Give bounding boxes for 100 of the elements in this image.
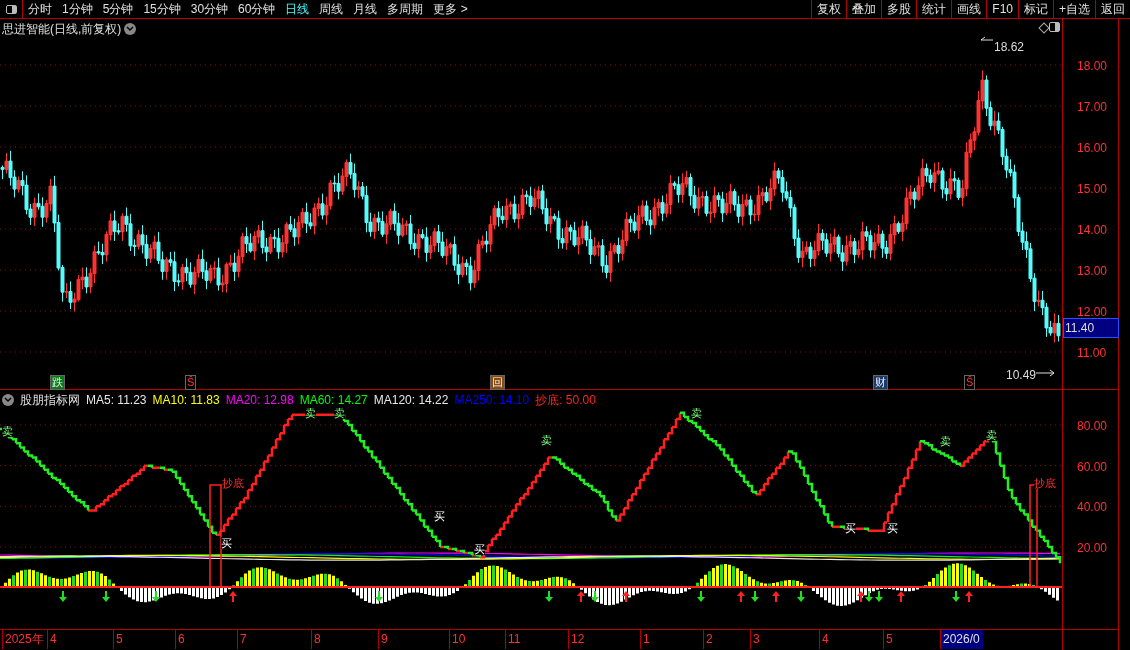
price-axis-label: 12.00 [1077, 304, 1108, 321]
toolbar-button[interactable]: 标记 [1018, 0, 1053, 18]
down-arrow-icon [591, 591, 599, 602]
panel-toggle-icon[interactable] [1049, 22, 1060, 32]
up-arrow-icon [897, 591, 905, 602]
legend-value: MA10: 11.83 [152, 392, 220, 409]
up-arrow-icon [857, 591, 865, 602]
indicator-axis-label: 60.00 [1077, 458, 1108, 476]
event-marker[interactable]: 财 [873, 375, 888, 390]
legend-value: MA60: 14.27 [299, 392, 368, 408]
signal-label: 卖 [334, 407, 345, 419]
signal-label: 抄底 [1034, 477, 1056, 489]
period-tab[interactable]: 5分钟 [102, 0, 134, 18]
signal-label: 买 [845, 522, 856, 534]
indicator-axis-label: 40.00 [1077, 499, 1108, 517]
panel-toggle-icon [5, 4, 17, 14]
time-axis-label: 4 [819, 630, 832, 649]
indicator-axis-label: 20.00 [1077, 539, 1108, 557]
toolbar-button[interactable]: +自选 [1053, 0, 1095, 18]
up-arrow-icon [737, 591, 745, 602]
down-arrow-icon [375, 591, 383, 602]
price-axis-label: 11.00 [1077, 345, 1107, 362]
time-axis-label: 7 [237, 630, 250, 649]
period-tab[interactable]: 60分钟 [238, 0, 276, 18]
legend-value: MA120: 14.22 [373, 392, 449, 409]
dropdown-icon[interactable] [2, 394, 14, 406]
legend-value: 抄底: 50.00 [535, 392, 596, 409]
time-axis-label: 4 [47, 630, 60, 649]
period-tab[interactable]: 1分钟 [62, 0, 93, 18]
down-arrow-icon [952, 591, 960, 602]
down-arrow-icon [59, 591, 67, 602]
period-tab[interactable]: 周线 [319, 0, 344, 18]
signal-label: 卖 [305, 407, 316, 419]
time-axis-label: 11 [505, 630, 524, 649]
toolbar-button[interactable]: 多股 [881, 0, 917, 18]
time-axis-label: 12 [568, 630, 588, 649]
toolbar-button[interactable]: 返回 [1095, 0, 1130, 18]
signal-label: 卖 [2, 425, 13, 437]
price-axis-label: 16.00 [1077, 140, 1108, 157]
signal-label: 卖 [691, 407, 702, 419]
time-axis-label: 6 [175, 630, 188, 649]
price-axis-label: 13.00 [1077, 263, 1108, 280]
down-arrow-icon [797, 591, 805, 602]
period-tab[interactable]: 分时 [28, 0, 52, 18]
time-axis-label: 2 [703, 630, 716, 649]
stock-title: 思进智能(日线,前复权) [2, 21, 122, 38]
event-marker[interactable]: 跌 [50, 375, 65, 390]
time-axis-label: 3 [750, 630, 763, 649]
high-price-label: 18.62 [994, 39, 1025, 56]
legend-value: MA5: 11.23 [86, 392, 147, 409]
period-tab[interactable]: 日线 [285, 0, 310, 18]
time-axis-label: 2026/0 [940, 630, 983, 649]
current-price-label: 11.40 [1063, 318, 1119, 338]
up-arrow-icon [577, 591, 585, 602]
event-marker[interactable]: Ŝ [185, 375, 197, 390]
up-arrow-icon [772, 591, 780, 602]
toolbar-button[interactable]: 叠加 [846, 0, 882, 18]
toolbar-button[interactable]: 统计 [916, 0, 952, 18]
up-arrow-icon [229, 591, 237, 602]
time-axis-label: 8 [311, 630, 324, 649]
signal-label: 卖 [541, 434, 552, 446]
signal-label: 抄底 [222, 477, 244, 489]
event-marker[interactable]: Ŝ [964, 375, 976, 390]
signal-label: 卖 [940, 435, 951, 447]
indicator-name: 股朋指标网 [20, 392, 80, 409]
dropdown-icon[interactable] [124, 23, 137, 35]
time-axis-label: 9 [378, 630, 391, 649]
legend-value: MA20: 12.98 [225, 392, 294, 409]
time-axis-label: 10 [449, 630, 469, 649]
up-arrow-icon [965, 591, 973, 602]
time-axis-label: 5 [113, 630, 126, 649]
event-marker[interactable]: 回 [490, 375, 505, 390]
period-tab[interactable]: 15分钟 [143, 0, 181, 18]
time-axis-label: 5 [883, 630, 896, 649]
up-arrow-icon [622, 591, 630, 602]
down-arrow-icon [102, 591, 110, 602]
down-arrow-icon [875, 591, 883, 602]
toolbar-button[interactable]: 复权 [811, 0, 847, 18]
price-axis-label: 14.00 [1077, 222, 1108, 239]
price-axis-label: 18.00 [1077, 58, 1108, 75]
time-axis-label: 2025年 [2, 630, 47, 649]
down-arrow-icon [545, 591, 553, 602]
down-arrow-icon [697, 591, 705, 602]
down-arrow-icon [152, 591, 160, 602]
signal-label: 买 [887, 522, 898, 534]
time-axis-label: 1 [640, 630, 653, 649]
signal-label: 买 [221, 537, 232, 549]
toolbar-button[interactable]: 画线 [951, 0, 987, 18]
price-axis-label: 15.00 [1077, 181, 1108, 198]
period-tab[interactable]: 多周期 [387, 0, 424, 18]
period-tab[interactable]: 更多 > [433, 0, 468, 18]
low-pointer-icon [1035, 369, 1055, 377]
period-tab[interactable]: 30分钟 [190, 0, 229, 18]
signal-label: 买 [434, 510, 445, 522]
low-price-label: 10.49 [1006, 367, 1037, 384]
high-pointer-icon [980, 36, 994, 41]
legend-value: MA250: 14.10 [454, 392, 530, 409]
toolbar-button[interactable]: F10 [986, 0, 1018, 18]
period-tab[interactable]: 月线 [353, 0, 378, 18]
down-arrow-icon [751, 591, 759, 602]
